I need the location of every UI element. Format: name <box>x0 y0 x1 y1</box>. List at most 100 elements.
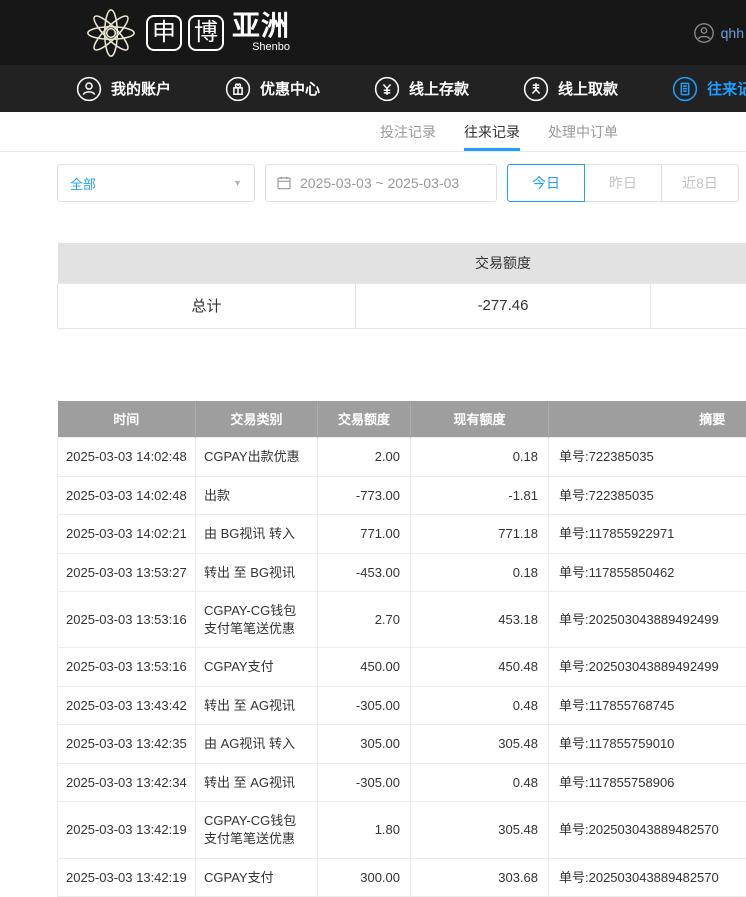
cell-type: 出款 <box>196 476 318 515</box>
column-header-balance: 现有额度 <box>411 401 549 438</box>
tab-processing-orders[interactable]: 处理中订单 <box>548 112 618 151</box>
logo-char-shen: 申 <box>146 15 182 51</box>
logo-subtitle: Shenbo <box>252 42 290 53</box>
today-button[interactable]: 今日 <box>507 164 585 202</box>
cell-type: 转出 至 BG视讯 <box>196 553 318 592</box>
user-account-area[interactable]: qhh <box>693 22 744 44</box>
type-select[interactable]: 全部 ▼ <box>57 164 255 202</box>
cell-summary: 单号:117855758906 <box>549 763 746 802</box>
last-8-days-button[interactable]: 近8日 <box>661 164 739 202</box>
cell-summary: 单号:117855759010 <box>549 725 746 764</box>
cell-time: 2025-03-03 13:43:42 <box>58 686 196 725</box>
cell-time: 2025-03-03 13:53:16 <box>58 592 196 648</box>
cell-type: CGPAY-CG钱包支付笔笔送优惠 <box>196 802 318 858</box>
column-header-time: 时间 <box>58 401 196 438</box>
cell-amount: 1.80 <box>318 802 411 858</box>
yesterday-button[interactable]: 昨日 <box>584 164 662 202</box>
nav-item-promotions[interactable]: 优惠中心 <box>225 76 320 102</box>
username[interactable]: qhh <box>721 25 744 41</box>
nav-item-label: 我的账户 <box>111 78 171 99</box>
cell-amount: -773.00 <box>318 476 411 515</box>
cell-type: 转出 至 AG视讯 <box>196 763 318 802</box>
cell-time: 2025-03-03 13:53:27 <box>58 553 196 592</box>
cell-balance: -1.81 <box>411 476 549 515</box>
table-row: 2025-03-03 13:42:34 转出 至 AG视讯 -305.00 0.… <box>58 763 746 802</box>
summary-header-amount: 交易额度 <box>356 243 651 283</box>
nav-item-online-deposit[interactable]: 线上存款 <box>374 76 469 102</box>
deposit-coin-icon <box>374 76 400 102</box>
calendar-icon <box>276 175 292 191</box>
cell-balance: 0.18 <box>411 438 549 477</box>
user-icon <box>76 76 102 102</box>
nav-item-label: 往来记录 <box>707 78 746 99</box>
cell-balance: 305.48 <box>411 725 549 764</box>
summary-table: 交易额度 总计 -277.46 <box>57 243 746 329</box>
table-row: 2025-03-03 14:02:21 由 BG视讯 转入 771.00 771… <box>58 515 746 554</box>
tab-label: 处理中订单 <box>548 122 618 142</box>
table-row: 2025-03-03 14:02:48 CGPAY出款优惠 2.00 0.18 … <box>58 438 746 477</box>
cell-amount: 771.00 <box>318 515 411 554</box>
cell-summary: 单号:202503043889492499 <box>549 648 746 687</box>
cell-summary: 单号:722385035 <box>549 438 746 477</box>
cell-type: CGPAY-CG钱包支付笔笔送优惠 <box>196 592 318 648</box>
cell-balance: 0.48 <box>411 763 549 802</box>
logo-region: 亚洲 Shenbo <box>232 12 290 53</box>
main-navbar: 我的账户 优惠中心 线上存款 线上取款 <box>0 65 746 112</box>
summary-header-empty <box>651 243 746 283</box>
column-header-summary: 摘要 <box>549 401 746 438</box>
nav-item-label: 线上取款 <box>558 78 618 99</box>
filter-bar: 全部 ▼ 2025-03-03 ~ 2025-03-03 今日 昨日 近8日 <box>57 164 746 202</box>
nav-item-label: 优惠中心 <box>260 78 320 99</box>
cell-type: CGPAY出款优惠 <box>196 438 318 477</box>
cell-balance: 305.48 <box>411 802 549 858</box>
table-row: 2025-03-03 13:53:16 CGPAY支付 450.00 450.4… <box>58 648 746 687</box>
flower-logo-icon <box>84 6 138 60</box>
cell-balance: 450.48 <box>411 648 549 687</box>
tab-betting-records[interactable]: 投注记录 <box>380 112 436 151</box>
cell-time: 2025-03-03 14:02:48 <box>58 438 196 477</box>
cell-amount: 305.00 <box>318 725 411 764</box>
gift-icon <box>225 76 251 102</box>
tab-transaction-records[interactable]: 往来记录 <box>464 112 520 151</box>
summary-total-label: 总计 <box>58 283 356 328</box>
table-row: 2025-03-03 14:02:48 出款 -773.00 -1.81 单号:… <box>58 476 746 515</box>
cell-summary: 单号:117855768745 <box>549 686 746 725</box>
summary-total-value: -277.46 <box>356 283 651 328</box>
summary-header-empty <box>58 243 356 283</box>
summary-table-wrap: 交易额度 总计 -277.46 <box>57 243 746 329</box>
brand-logo: 申 博 亚洲 Shenbo <box>84 6 290 60</box>
app-header: 申 博 亚洲 Shenbo qhh <box>0 0 746 65</box>
cell-summary: 单号:722385035 <box>549 476 746 515</box>
date-range-input[interactable]: 2025-03-03 ~ 2025-03-03 <box>265 164 497 202</box>
table-row: 2025-03-03 13:43:42 转出 至 AG视讯 -305.00 0.… <box>58 686 746 725</box>
summary-total-row: 总计 -277.46 <box>58 283 746 328</box>
nav-item-my-account[interactable]: 我的账户 <box>76 76 171 102</box>
summary-header-row: 交易额度 <box>58 243 746 283</box>
column-header-amount: 交易额度 <box>318 401 411 438</box>
withdraw-coin-icon <box>523 76 549 102</box>
cell-time: 2025-03-03 13:42:19 <box>58 858 196 897</box>
records-table: 时间 交易类别 交易额度 现有额度 摘要 2025-03-03 14:02:48… <box>57 401 746 897</box>
cell-summary: 单号:202503043889482570 <box>549 858 746 897</box>
nav-item-transaction-records[interactable]: 往来记录 <box>672 76 746 102</box>
cell-amount: -305.00 <box>318 686 411 725</box>
records-table-wrap: 时间 交易类别 交易额度 现有额度 摘要 2025-03-03 14:02:48… <box>57 401 746 897</box>
cell-amount: -453.00 <box>318 553 411 592</box>
cell-summary: 单号:202503043889482570 <box>549 802 746 858</box>
cell-balance: 303.68 <box>411 858 549 897</box>
cell-amount: -305.00 <box>318 763 411 802</box>
cell-time: 2025-03-03 13:53:16 <box>58 648 196 687</box>
cell-balance: 771.18 <box>411 515 549 554</box>
cell-amount: 450.00 <box>318 648 411 687</box>
cell-balance: 0.48 <box>411 686 549 725</box>
quick-date-buttons: 今日 昨日 近8日 <box>507 164 739 202</box>
cell-amount: 2.00 <box>318 438 411 477</box>
cell-summary: 单号:202503043889492499 <box>549 592 746 648</box>
table-row: 2025-03-03 13:42:19 CGPAY-CG钱包支付笔笔送优惠 1.… <box>58 802 746 858</box>
cell-time: 2025-03-03 14:02:21 <box>58 515 196 554</box>
cell-type: CGPAY支付 <box>196 648 318 687</box>
nav-item-online-withdraw[interactable]: 线上取款 <box>523 76 618 102</box>
records-header-row: 时间 交易类别 交易额度 现有额度 摘要 <box>58 401 746 438</box>
cell-balance: 453.18 <box>411 592 549 648</box>
table-row: 2025-03-03 13:42:35 由 AG视讯 转入 305.00 305… <box>58 725 746 764</box>
